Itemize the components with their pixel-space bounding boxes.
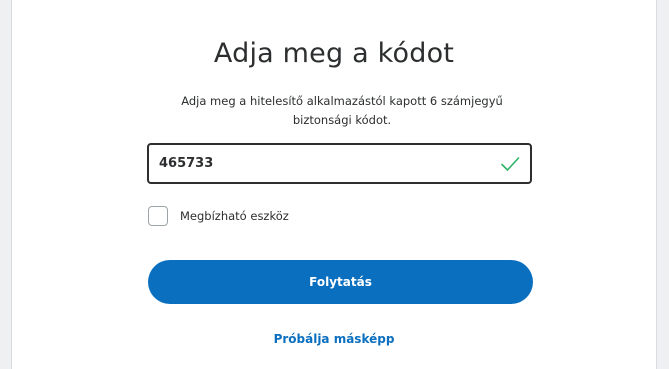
verification-card: Adja meg a kódot Adja meg a hitelesítő a… xyxy=(11,0,657,369)
continue-button[interactable]: Folytatás xyxy=(148,260,533,304)
page: Adja meg a kódot Adja meg a hitelesítő a… xyxy=(0,0,669,369)
trusted-device-label: Megbízható eszköz xyxy=(180,209,289,223)
try-another-way-link[interactable]: Próbálja másképp xyxy=(12,332,656,346)
page-title: Adja meg a kódot xyxy=(213,38,455,69)
checkmark-icon xyxy=(501,157,520,171)
trusted-device-checkbox[interactable] xyxy=(148,206,168,226)
security-code-field[interactable] xyxy=(147,143,532,184)
instructions-text: Adja meg a hitelesítő alkalmazástól kapo… xyxy=(181,94,503,127)
security-code-input[interactable] xyxy=(159,145,479,182)
trusted-device-option[interactable]: Megbízható eszköz xyxy=(148,203,289,229)
